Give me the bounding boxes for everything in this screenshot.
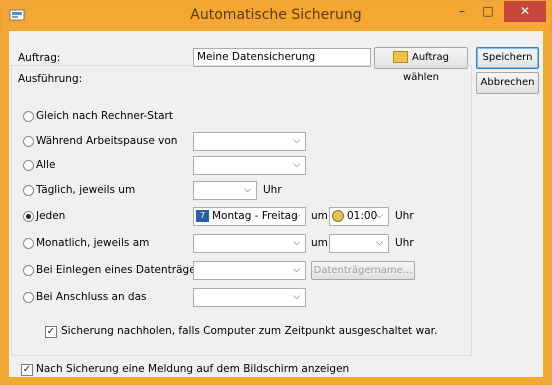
radio-after-start[interactable] — [23, 111, 34, 122]
every-interval-select[interactable]: ⌵ — [193, 156, 306, 175]
minimize-button[interactable]: – — [449, 1, 475, 22]
radio-daily-label: Täglich, jeweils um — [36, 184, 136, 196]
radio-selected-dot — [26, 214, 31, 219]
media-drive-select[interactable]: ⌵ — [193, 261, 306, 280]
clock-icon — [332, 210, 344, 222]
chevron-down-icon: ⌵ — [293, 136, 300, 146]
dialog-window: Automatische Sicherung – □ ✕ Auftrag: Me… — [0, 0, 552, 385]
dialog-client: Auftrag: Meine Datensicherung Auftrag wä… — [9, 31, 543, 377]
notify-checkbox[interactable]: ✓ — [21, 364, 33, 376]
cancel-button[interactable]: Abbrechen — [476, 72, 539, 94]
close-button[interactable]: ✕ — [504, 1, 546, 22]
chevron-down-icon: ⌵ — [376, 238, 383, 248]
weekly-time-value: 01:00 — [347, 210, 378, 222]
job-label: Auftrag: — [18, 52, 61, 64]
monthly-uhr-label: Uhr — [395, 237, 414, 249]
title-bar[interactable]: Automatische Sicherung – □ ✕ — [1, 1, 551, 30]
radio-connect-label: Bei Anschluss an das — [36, 291, 147, 303]
monthly-um-label: um — [311, 237, 328, 249]
weekday-select[interactable]: 7 Montag - Freitag ⌵ — [193, 207, 306, 226]
radio-every[interactable] — [23, 160, 34, 171]
catch-up-checkbox[interactable]: ✓ — [45, 326, 57, 338]
execution-label: Ausführung: — [18, 73, 83, 85]
radio-idle[interactable] — [23, 136, 34, 147]
chevron-down-icon: ⌵ — [293, 265, 300, 275]
radio-after-start-label: Gleich nach Rechner-Start — [36, 110, 173, 122]
daily-time-select[interactable]: ⌵ — [193, 181, 257, 200]
chevron-down-icon: ⌵ — [244, 185, 251, 195]
chevron-down-icon: ⌵ — [376, 211, 383, 221]
maximize-button[interactable]: □ — [475, 1, 501, 22]
radio-connect[interactable] — [23, 292, 34, 303]
idle-duration-select[interactable]: ⌵ — [193, 132, 306, 151]
media-name-button[interactable]: Datenträgername... — [311, 261, 415, 280]
radio-idle-label: Während Arbeitspause von — [36, 135, 178, 147]
weekly-time-select[interactable]: 01:00 ⌵ — [329, 207, 389, 226]
save-button[interactable]: Speichern — [476, 47, 539, 69]
radio-monthly-label: Monatlich, jeweils am — [36, 237, 150, 249]
weekday-value: Montag - Freitag — [212, 210, 298, 222]
radio-weekly[interactable] — [23, 211, 34, 222]
connect-device-select[interactable]: ⌵ — [193, 288, 306, 307]
daily-uhr-label: Uhr — [263, 184, 282, 196]
folder-icon — [392, 51, 408, 63]
chevron-down-icon: ⌵ — [293, 238, 300, 248]
weekly-um-label: um — [311, 210, 328, 222]
chevron-down-icon: ⌵ — [293, 211, 300, 221]
catch-up-label: Sicherung nachholen, falls Computer zum … — [61, 325, 438, 337]
weekly-uhr-label: Uhr — [395, 210, 414, 222]
chevron-down-icon: ⌵ — [293, 292, 300, 302]
radio-every-label: Alle — [36, 159, 56, 171]
radio-weekly-label: Jeden — [36, 210, 66, 222]
monthly-day-select[interactable]: ⌵ — [193, 234, 306, 253]
radio-media-insert[interactable] — [23, 265, 34, 276]
radio-media-insert-label: Bei Einlegen eines Datenträgers in — [36, 264, 219, 276]
job-name-value: Meine Datensicherung — [197, 51, 316, 63]
notify-label: Nach Sicherung eine Meldung auf dem Bild… — [36, 363, 350, 375]
monthly-time-select[interactable]: ⌵ — [329, 234, 389, 253]
radio-monthly[interactable] — [23, 238, 34, 249]
chevron-down-icon: ⌵ — [293, 160, 300, 170]
radio-daily[interactable] — [23, 185, 34, 196]
calendar-icon: 7 — [196, 210, 209, 222]
